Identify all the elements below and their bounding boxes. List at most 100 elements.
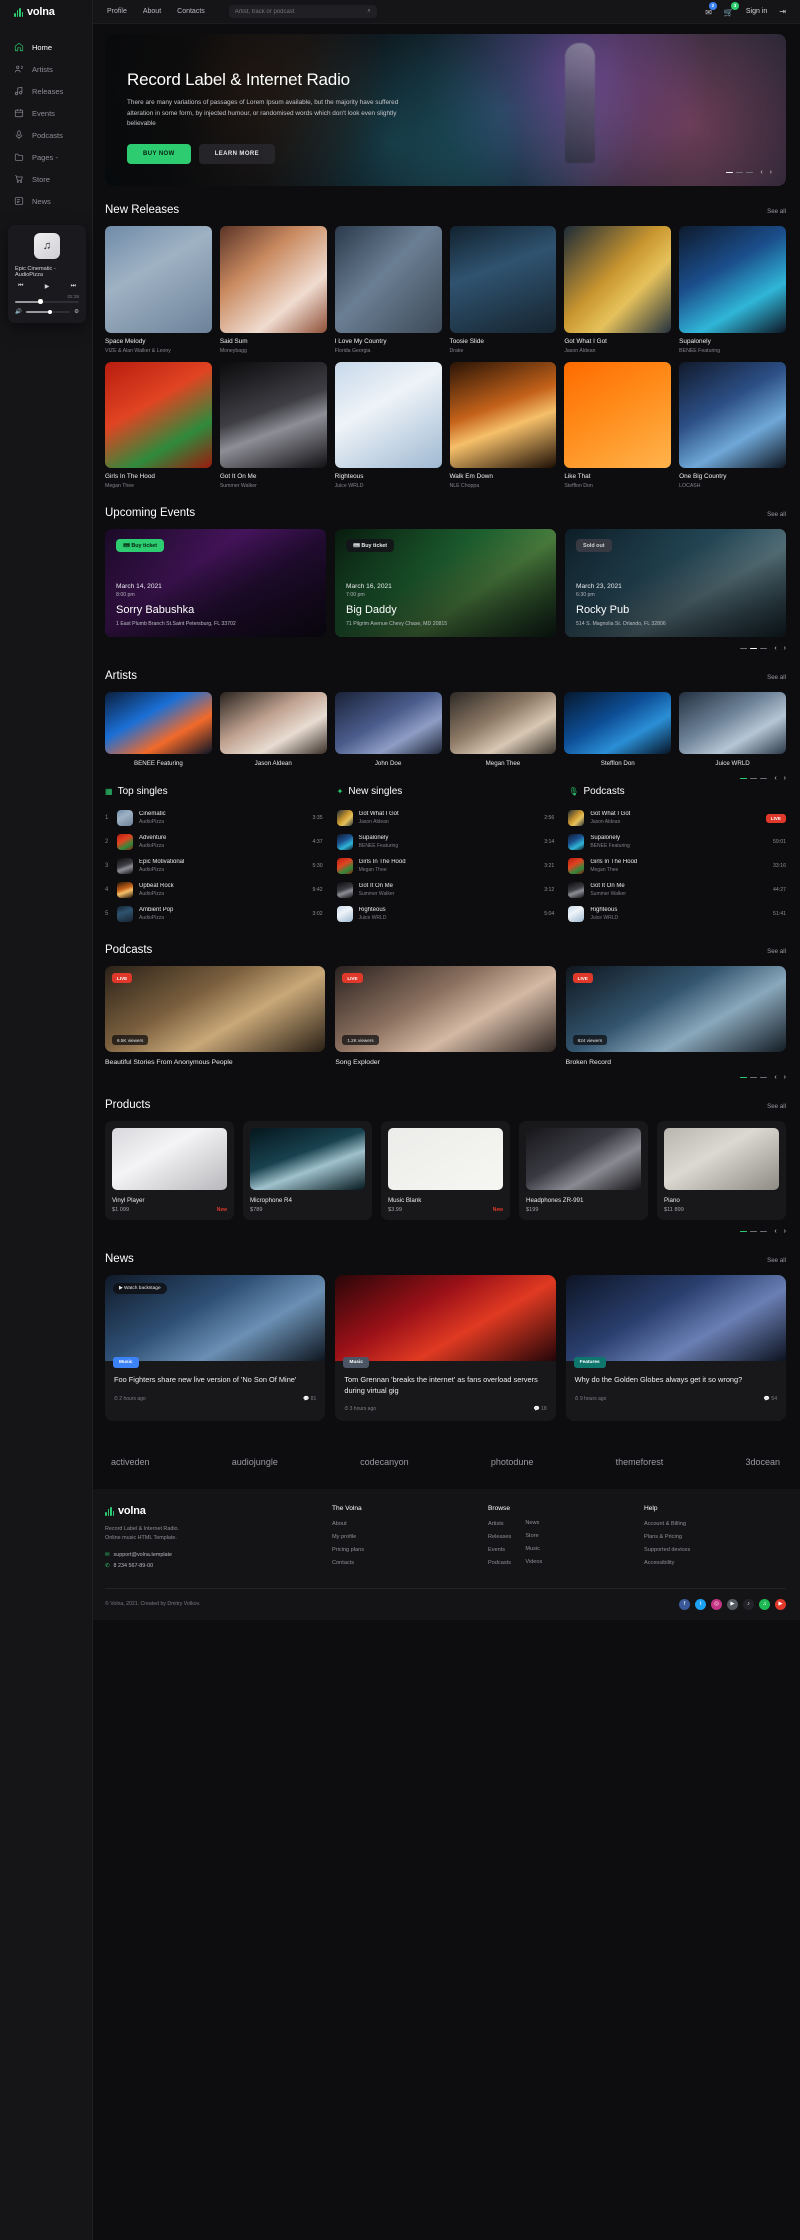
artist-card[interactable]: Stefflon Don	[564, 692, 672, 767]
product-card[interactable]: Vinyl Player $1 099 New	[105, 1121, 234, 1221]
footer-link[interactable]: Pricing plans	[332, 1547, 474, 1553]
footer-link[interactable]: About	[332, 1521, 474, 1527]
footer-link[interactable]: Videos	[525, 1559, 542, 1565]
arrow-right-icon[interactable]: ›	[784, 645, 786, 652]
footer-link[interactable]: Supported devices	[644, 1547, 786, 1553]
top-nav-about[interactable]: About	[143, 8, 161, 15]
news-card[interactable]: Music Tom Grennan 'breaks the internet' a…	[335, 1275, 556, 1422]
list-item[interactable]: Got What I Got Jason Aldean 2:56	[336, 806, 554, 830]
arrow-right-icon[interactable]: ›	[770, 169, 772, 176]
arrow-left-icon[interactable]: ‹	[774, 1228, 776, 1235]
artist-card[interactable]: Megan Thee	[449, 692, 557, 767]
release-card[interactable]: Said Sum Moneybagg	[219, 226, 327, 354]
release-card[interactable]: Like That Stefflon Don	[564, 361, 672, 490]
release-card[interactable]: I Love My Country Florida Georgia	[334, 226, 442, 354]
list-item[interactable]: Righteous Juice WRLD 51:41	[568, 902, 786, 926]
equalizer-icon[interactable]: ⚙	[74, 309, 79, 315]
footer-link[interactable]: Contacts	[332, 1560, 474, 1566]
mini-player[interactable]: ♫ Epic Cinematic - AudioPizza ⏮ ▶ ⏭ 02:3…	[8, 225, 86, 323]
release-card[interactable]: Got What I Got Jason Aldean	[564, 226, 672, 354]
events-see-all[interactable]: See all	[767, 511, 786, 518]
sidebar-item-releases[interactable]: Releases	[0, 80, 92, 102]
sidebar-item-podcasts[interactable]: Podcasts	[0, 124, 92, 146]
sidebar-item-artists[interactable]: Artists	[0, 58, 92, 80]
event-tag[interactable]: 🎟 Buy ticket	[116, 539, 165, 553]
artist-card[interactable]: John Doe	[334, 692, 442, 767]
signin-label[interactable]: Sign in	[746, 8, 767, 15]
list-item[interactable]: 5 Ambient Pop AudioPizza 3:02	[105, 902, 323, 926]
sidebar-item-home[interactable]: Home	[0, 36, 92, 58]
event-card[interactable]: 🎟 Buy ticket March 16, 2021 7:00 pm Big Dad…	[335, 529, 556, 638]
volume-slider[interactable]	[25, 309, 71, 314]
login-icon[interactable]: ⇥	[779, 7, 786, 16]
hero-dots[interactable]	[726, 171, 754, 174]
list-item[interactable]: 1 Cinematic AudioPizza 3:35	[105, 806, 323, 830]
footer-logo[interactable]: volna	[105, 1505, 318, 1517]
arrow-left-icon[interactable]: ‹	[760, 169, 762, 176]
events-carousel-nav[interactable]: ‹ ›	[105, 645, 786, 652]
product-card[interactable]: Microphone R4 $789	[243, 1121, 372, 1221]
products-see-all[interactable]: See all	[767, 1103, 786, 1110]
release-card[interactable]: Girls In The Hood Megan Thee	[105, 361, 212, 490]
search-input[interactable]	[234, 8, 364, 15]
list-item[interactable]: 3 Epic Motivational AudioPizza 5:30	[105, 854, 323, 878]
list-item[interactable]: Got It On Me Summer Walker 44:27	[568, 878, 786, 902]
product-card[interactable]: Piano $11 899	[657, 1121, 786, 1221]
top-nav-profile[interactable]: Profile	[107, 8, 127, 15]
cart-button[interactable]: 🛒 3	[724, 1, 739, 18]
list-item[interactable]: Supalonely BENEE Featuring 3:14	[336, 830, 554, 854]
arrow-right-icon[interactable]: ›	[784, 1074, 786, 1081]
twitter-icon[interactable]: t	[695, 1598, 706, 1610]
arrow-right-icon[interactable]: ›	[784, 1228, 786, 1235]
footer-link[interactable]: Plans & Pricing	[644, 1534, 786, 1540]
search-box[interactable]: ⌕	[228, 5, 377, 18]
sidebar-item-events[interactable]: Events	[0, 102, 92, 124]
event-card[interactable]: 🎟 Buy ticket March 14, 2021 8:00 pm Sorry B…	[105, 529, 326, 638]
facebook-icon[interactable]: f	[679, 1598, 690, 1610]
sidebar-item-pages[interactable]: Pages -	[0, 146, 92, 168]
footer-link[interactable]: Music	[525, 1546, 542, 1552]
release-card[interactable]: One Big Country LOCASH	[679, 361, 786, 489]
previous-icon[interactable]: ⏮	[18, 283, 23, 290]
podcasts-carousel-nav[interactable]: ‹ ›	[105, 1074, 786, 1081]
arrow-right-icon[interactable]: ›	[784, 775, 786, 782]
search-icon[interactable]: ⌕	[367, 8, 370, 15]
list-item[interactable]: Got It On Me Summer Walker 3:12	[336, 878, 554, 902]
footer-link[interactable]: Account & Billing	[644, 1521, 786, 1527]
event-tag[interactable]: Sold out	[576, 539, 612, 553]
list-item[interactable]: Righteous Juice WRLD 5:04	[336, 902, 554, 926]
artists-carousel-nav[interactable]: ‹ ›	[105, 775, 786, 782]
partner-logo[interactable]: 3docean	[745, 1457, 780, 1467]
mail-button[interactable]: ✉ 2	[705, 1, 717, 18]
footer-link[interactable]: News	[525, 1520, 542, 1526]
releases-see-all[interactable]: See all	[767, 208, 786, 215]
artists-see-all[interactable]: See all	[767, 674, 786, 681]
youtube-icon[interactable]: ▶	[727, 1598, 738, 1610]
learn-more-button[interactable]: LEARN MORE	[198, 143, 276, 164]
partner-logo[interactable]: photodune	[491, 1457, 534, 1467]
partner-logo[interactable]: codecanyon	[360, 1457, 409, 1467]
release-card[interactable]: Righteous Juice WRLD	[334, 361, 442, 489]
podcast-card[interactable]: LIVE 6.5K viewers Beautiful Stories From A…	[105, 966, 326, 1066]
next-icon[interactable]: ⏭	[71, 283, 76, 290]
player-progress-bar[interactable]	[15, 299, 79, 304]
release-card[interactable]: Got It On Me Summer Walker	[219, 361, 327, 490]
footer-link[interactable]: Artists	[488, 1521, 511, 1527]
arrow-left-icon[interactable]: ‹	[774, 775, 776, 782]
list-item[interactable]: 2 Adventure AudioPizza 4:37	[105, 830, 323, 854]
footer-link[interactable]: Events	[488, 1547, 511, 1553]
release-card[interactable]: Supalonely BENEE Featuring	[679, 226, 786, 354]
footer-link[interactable]: My profile	[332, 1534, 474, 1540]
product-card[interactable]: Headphones ZR-991 $199	[519, 1121, 648, 1221]
release-card[interactable]: Space Melody VIZE & Alan Walker & Leony	[105, 226, 212, 354]
top-nav-contacts[interactable]: Contacts	[177, 8, 205, 15]
footer-link[interactable]: Accessibility	[644, 1560, 786, 1566]
arrow-left-icon[interactable]: ‹	[774, 1074, 776, 1081]
volume-icon[interactable]: 🔊	[15, 309, 22, 315]
watch-backstage-badge[interactable]: ▶ Watch backstage	[113, 1283, 167, 1295]
event-tag[interactable]: 🎟 Buy ticket	[346, 539, 395, 553]
podcast-card[interactable]: LIVE 1.2K viewers Song Exploder	[335, 966, 556, 1066]
list-item[interactable]: Girls In The Hood Megan Thee 3:21	[336, 854, 554, 878]
footer-email[interactable]: ✉ support@volna.template	[105, 1552, 318, 1558]
artist-card[interactable]: Juice WRLD	[679, 692, 786, 767]
